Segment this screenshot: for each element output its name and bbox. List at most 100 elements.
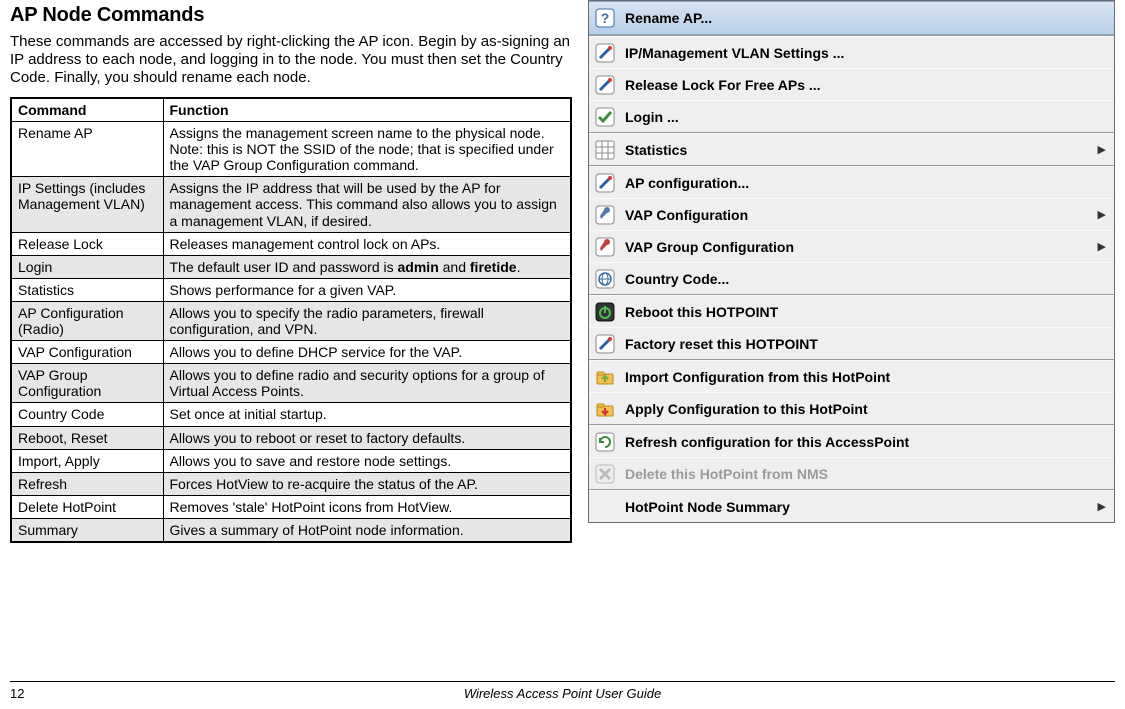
- intro-paragraph: These commands are accessed by right-cli…: [10, 33, 572, 87]
- table-cell-command: Release Lock: [11, 232, 163, 255]
- menu-item-label: Reboot this HOTPOINT: [625, 304, 1106, 320]
- svg-text:?: ?: [601, 10, 610, 26]
- pencil-icon: [595, 43, 615, 63]
- table-cell-function: Allows you to specify the radio paramete…: [163, 301, 571, 340]
- menu-item[interactable]: Refresh configuration for this AccessPoi…: [589, 425, 1114, 457]
- table-row: Country CodeSet once at initial startup.: [11, 403, 571, 426]
- menu-item-label: VAP Group Configuration: [625, 239, 1094, 255]
- table-row: Import, ApplyAllows you to save and rest…: [11, 449, 571, 472]
- globe-icon: [595, 269, 615, 289]
- menu-item-label: Apply Configuration to this HotPoint: [625, 401, 1106, 417]
- wrench-icon: [595, 205, 615, 225]
- menu-item-label: AP configuration...: [625, 175, 1106, 191]
- table-row: IP Settings (includes Management VLAN)As…: [11, 177, 571, 232]
- table-cell-command: Rename AP: [11, 122, 163, 177]
- menu-item-label: Statistics: [625, 142, 1094, 158]
- menu-item-label: Release Lock For Free APs ...: [625, 77, 1106, 93]
- table-row: VAP Group ConfigurationAllows you to def…: [11, 364, 571, 403]
- table-cell-function: Allows you to save and restore node sett…: [163, 449, 571, 472]
- table-cell-function: Allows you to define DHCP service for th…: [163, 341, 571, 364]
- table-cell-function: Allows you to reboot or reset to factory…: [163, 426, 571, 449]
- refresh-icon: [595, 432, 615, 452]
- submenu-arrow-icon: ▶: [1098, 500, 1106, 513]
- table-header-function: Function: [163, 98, 571, 122]
- context-menu: ? Rename AP... IP/Management VLAN Settings…: [588, 0, 1115, 523]
- table-header-command: Command: [11, 98, 163, 122]
- table-cell-function: Removes 'stale' HotPoint icons from HotV…: [163, 495, 571, 518]
- menu-item-label: Country Code...: [625, 271, 1106, 287]
- grid-icon: [595, 140, 615, 160]
- menu-item[interactable]: Statistics ▶: [589, 133, 1114, 165]
- page-heading: AP Node Commands: [10, 4, 572, 27]
- question-icon: ?: [595, 8, 615, 28]
- left-column: AP Node Commands These commands are acce…: [10, 0, 584, 543]
- menu-item[interactable]: Login ...: [589, 100, 1114, 132]
- table-row: StatisticsShows performance for a given …: [11, 278, 571, 301]
- page-footer: 12 Wireless Access Point User Guide: [10, 681, 1115, 701]
- menu-item[interactable]: ? Rename AP...: [589, 1, 1114, 35]
- check-icon: [595, 107, 615, 127]
- menu-item[interactable]: AP configuration...: [589, 166, 1114, 198]
- menu-item-label: VAP Configuration: [625, 207, 1094, 223]
- menu-item-label: IP/Management VLAN Settings ...: [625, 45, 1106, 61]
- table-cell-command: Login: [11, 255, 163, 278]
- power-icon: [595, 302, 615, 322]
- table-row: RefreshForces HotView to re-acquire the …: [11, 472, 571, 495]
- table-cell-command: VAP Group Configuration: [11, 364, 163, 403]
- table-row: Rename APAssigns the management screen n…: [11, 122, 571, 177]
- menu-item[interactable]: HotPoint Node Summary▶: [589, 490, 1114, 522]
- table-row: SummaryGives a summary of HotPoint node …: [11, 518, 571, 542]
- table-cell-function: Set once at initial startup.: [163, 403, 571, 426]
- menu-item-label: Login ...: [625, 109, 1106, 125]
- menu-item: Delete this HotPoint from NMS: [589, 457, 1114, 489]
- command-table: Command Function Rename APAssigns the ma…: [10, 97, 572, 543]
- table-cell-command: Refresh: [11, 472, 163, 495]
- footer-guide-title: Wireless Access Point User Guide: [10, 686, 1115, 701]
- right-column: ? Rename AP... IP/Management VLAN Settings…: [584, 0, 1115, 543]
- table-cell-command: IP Settings (includes Management VLAN): [11, 177, 163, 232]
- table-cell-command: Delete HotPoint: [11, 495, 163, 518]
- table-cell-command: Import, Apply: [11, 449, 163, 472]
- menu-item[interactable]: VAP Configuration▶: [589, 198, 1114, 230]
- table-row: Reboot, ResetAllows you to reboot or res…: [11, 426, 571, 449]
- submenu-arrow-icon: ▶: [1098, 240, 1106, 253]
- table-row: VAP ConfigurationAllows you to define DH…: [11, 341, 571, 364]
- menu-item[interactable]: IP/Management VLAN Settings ...: [589, 36, 1114, 68]
- page-number: 12: [10, 686, 24, 701]
- table-cell-function: Forces HotView to re-acquire the status …: [163, 472, 571, 495]
- table-cell-command: Reboot, Reset: [11, 426, 163, 449]
- menu-item[interactable]: Apply Configuration to this HotPoint: [589, 392, 1114, 424]
- table-cell-command: VAP Configuration: [11, 341, 163, 364]
- menu-item[interactable]: Factory reset this HOTPOINT: [589, 327, 1114, 359]
- table-cell-command: Statistics: [11, 278, 163, 301]
- table-cell-command: Country Code: [11, 403, 163, 426]
- table-row: LoginThe default user ID and password is…: [11, 255, 571, 278]
- table-cell-function: Releases management control lock on APs.: [163, 232, 571, 255]
- folder-up-icon: [595, 367, 615, 387]
- menu-item-label: Import Configuration from this HotPoint: [625, 369, 1106, 385]
- folder-down-icon: [595, 399, 615, 419]
- menu-item-label: Delete this HotPoint from NMS: [625, 466, 1106, 482]
- pencil-icon: [595, 334, 615, 354]
- wrench-red-icon: [595, 237, 615, 257]
- table-row: AP Configuration (Radio)Allows you to sp…: [11, 301, 571, 340]
- menu-item[interactable]: Reboot this HOTPOINT: [589, 295, 1114, 327]
- pencil-icon: [595, 75, 615, 95]
- table-cell-function: The default user ID and password is admi…: [163, 255, 571, 278]
- menu-item[interactable]: Import Configuration from this HotPoint: [589, 360, 1114, 392]
- menu-item[interactable]: Release Lock For Free APs ...: [589, 68, 1114, 100]
- table-cell-function: Allows you to define radio and security …: [163, 364, 571, 403]
- table-cell-function: Gives a summary of HotPoint node informa…: [163, 518, 571, 542]
- delete-icon: [595, 464, 615, 484]
- blank-icon: [595, 497, 615, 517]
- table-row: Release LockReleases management control …: [11, 232, 571, 255]
- menu-item[interactable]: VAP Group Configuration ▶: [589, 230, 1114, 262]
- table-cell-command: Summary: [11, 518, 163, 542]
- menu-item-label: Refresh configuration for this AccessPoi…: [625, 434, 1106, 450]
- submenu-arrow-icon: ▶: [1098, 143, 1106, 156]
- table-cell-function: Assigns the IP address that will be used…: [163, 177, 571, 232]
- table-cell-function: Assigns the management screen name to th…: [163, 122, 571, 177]
- menu-item[interactable]: Country Code...: [589, 262, 1114, 294]
- table-row: Delete HotPointRemoves 'stale' HotPoint …: [11, 495, 571, 518]
- menu-item-label: Rename AP...: [625, 10, 1106, 26]
